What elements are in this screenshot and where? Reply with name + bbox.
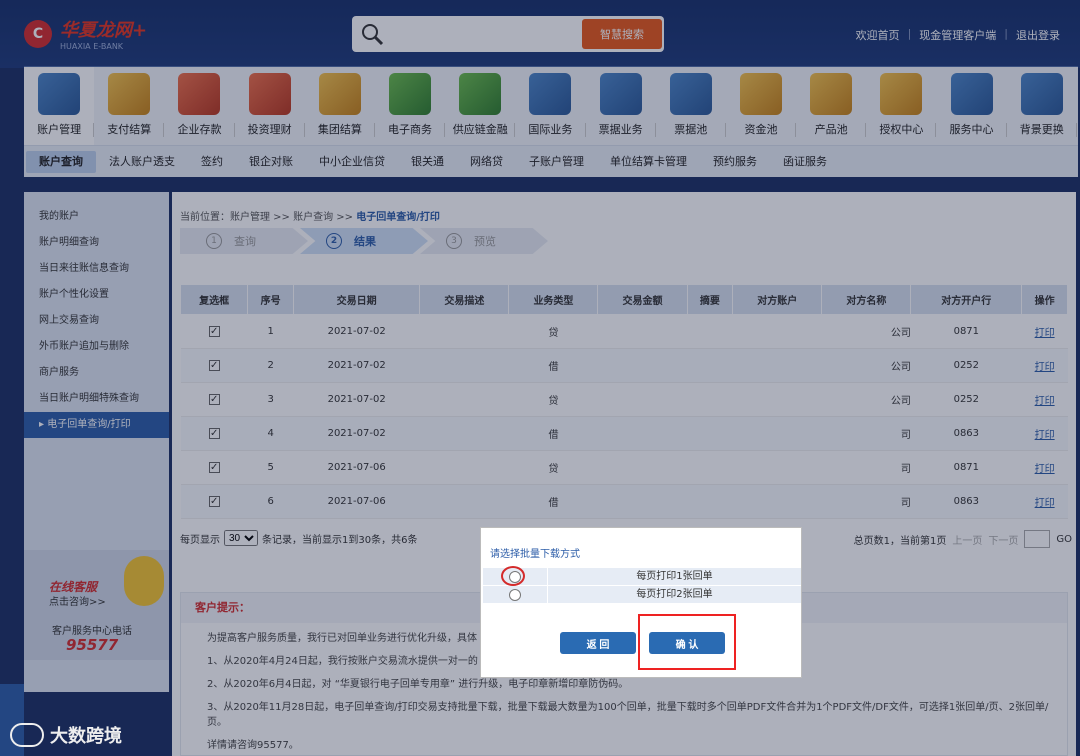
option-two-per-page[interactable]: 每页打印2张回单 <box>483 585 801 604</box>
watermark-logo-icon <box>10 723 44 747</box>
confirm-button[interactable]: 确 认 <box>649 632 725 654</box>
radio-two-per-page[interactable] <box>509 588 521 601</box>
batch-download-dialog: 请选择批量下载方式 每页打印1张回单 每页打印2张回单 返 回 确 认 <box>480 527 802 678</box>
highlight-circle <box>501 566 525 586</box>
dialog-title: 请选择批量下载方式 <box>490 549 580 560</box>
option-one-per-page[interactable]: 每页打印1张回单 <box>483 567 801 586</box>
back-button[interactable]: 返 回 <box>560 632 636 654</box>
watermark: 大数跨境 <box>10 722 122 748</box>
